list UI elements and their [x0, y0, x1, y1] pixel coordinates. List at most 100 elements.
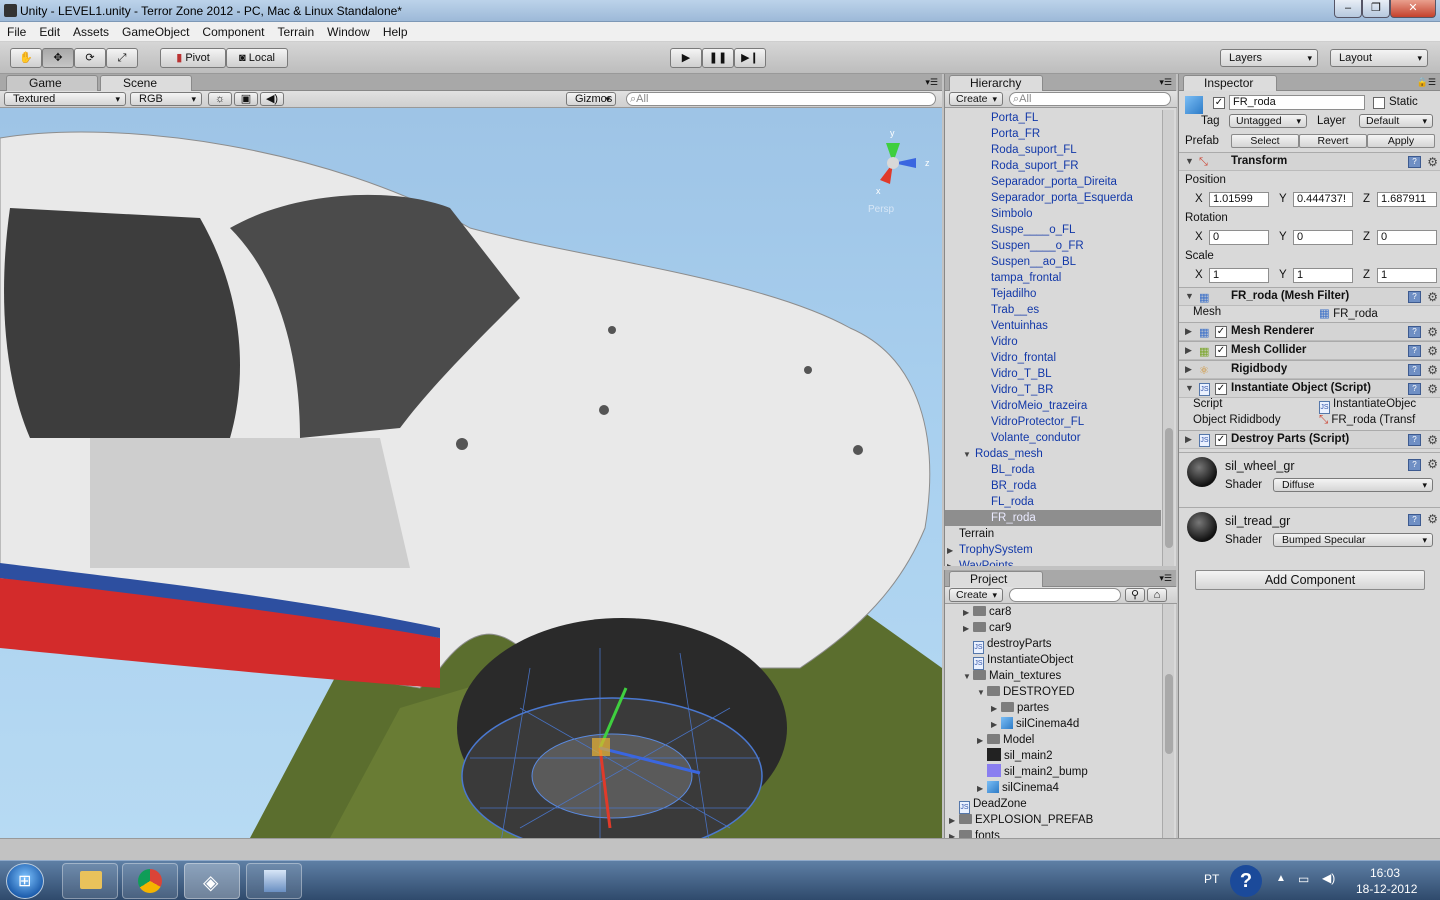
hierarchy-item[interactable]: Volante_condutor [945, 430, 1161, 446]
project-item[interactable]: sil_main2 [945, 748, 1161, 764]
menu-help[interactable]: Help [376, 22, 414, 39]
prefab-apply-button[interactable]: Apply [1367, 134, 1435, 148]
rigidbody-header[interactable]: ▶ ⚛ Rigidbody ? ⚙ [1179, 360, 1440, 379]
help-icon[interactable]: ? [1408, 383, 1421, 395]
fold-arrow-icon[interactable]: ▶ [1185, 364, 1192, 375]
gear-icon[interactable]: ⚙ [1427, 512, 1438, 526]
expand-arrow-icon[interactable]: ▼ [977, 685, 987, 701]
hierarchy-item[interactable]: Suspen____o_FR [945, 238, 1161, 254]
project-scrollbar[interactable] [1162, 604, 1174, 838]
hierarchy-scrollbar[interactable] [1162, 110, 1174, 566]
rotation-y-field[interactable]: 0 [1293, 230, 1353, 245]
rotation-x-field[interactable]: 0 [1209, 230, 1269, 245]
project-search-input[interactable] [1009, 588, 1121, 602]
hierarchy-item[interactable]: BR_roda [945, 478, 1161, 494]
menu-window[interactable]: Window [320, 22, 376, 39]
help-icon[interactable]: ? [1408, 459, 1421, 471]
project-item[interactable]: ▼ Main_textures [945, 668, 1161, 684]
hierarchy-create-dropdown[interactable]: Create [949, 92, 1003, 106]
fold-arrow-icon[interactable]: ▶ [1185, 434, 1192, 445]
menu-component[interactable]: Component [195, 22, 270, 39]
menu-terrain[interactable]: Terrain [270, 22, 320, 39]
project-item[interactable]: ▼ DESTROYED [945, 684, 1161, 700]
project-item[interactable]: ▶ EXPLOSION_PREFAB [945, 812, 1161, 828]
help-icon[interactable]: ? [1408, 156, 1421, 168]
scene-viewport[interactable]: y z x Persp [0, 108, 942, 838]
layers-dropdown[interactable]: Layers [1220, 49, 1318, 67]
hierarchy-item[interactable]: BL_roda [945, 462, 1161, 478]
shader-dropdown[interactable]: Bumped Specular [1273, 533, 1433, 547]
gear-icon[interactable]: ⚙ [1427, 433, 1438, 447]
taskbar-chrome[interactable] [122, 863, 178, 899]
hierarchy-scroll-thumb[interactable] [1165, 428, 1173, 548]
hierarchy-search-input[interactable]: ⌕All [1009, 92, 1171, 106]
project-create-dropdown[interactable]: Create [949, 588, 1003, 602]
menu-edit[interactable]: Edit [32, 22, 66, 39]
active-checkbox[interactable]: ✓ [1213, 97, 1225, 109]
hierarchy-item[interactable]: ▼ Rodas_mesh [945, 446, 1161, 462]
instantiate-checkbox[interactable]: ✓ [1215, 383, 1227, 395]
filter-by-type-button[interactable]: ⚲ [1125, 588, 1145, 602]
hierarchy-item[interactable]: Separador_porta_Esquerda [945, 190, 1161, 206]
tab-scene[interactable]: Scene [100, 75, 192, 91]
hierarchy-item[interactable]: tampa_frontal [945, 270, 1161, 286]
fold-arrow-icon[interactable]: ▼ [1185, 291, 1194, 301]
layer-dropdown[interactable]: Default [1359, 114, 1433, 128]
menu-gameobject[interactable]: GameObject [115, 22, 195, 39]
hierarchy-item[interactable]: Separador_porta_Direita [945, 174, 1161, 190]
hierarchy-item[interactable]: Ventuinhas [945, 318, 1161, 334]
clock-time[interactable]: 16:03 [1370, 866, 1400, 880]
mesh-filter-header[interactable]: ▼ ▦ FR_roda (Mesh Filter) ? ⚙ [1179, 287, 1440, 306]
scale-x-field[interactable]: 1 [1209, 268, 1269, 283]
collapse-arrow-icon[interactable]: ▶ [947, 543, 957, 559]
network-icon[interactable]: ▭ [1298, 872, 1309, 886]
transform-header[interactable]: ▼ ⤡ Transform ? ⚙ [1179, 152, 1440, 171]
scale-z-field[interactable]: 1 [1377, 268, 1437, 283]
language-indicator[interactable]: PT [1204, 872, 1219, 886]
project-item[interactable]: ▶ car9 [945, 620, 1161, 636]
hierarchy-item[interactable]: Vidro [945, 334, 1161, 350]
project-item[interactable]: ▶ silCinema4d [945, 716, 1161, 732]
gear-icon[interactable]: ⚙ [1427, 290, 1438, 304]
help-icon[interactable]: ? [1408, 326, 1421, 338]
add-component-button[interactable]: Add Component [1195, 570, 1425, 590]
scale-y-field[interactable]: 1 [1293, 268, 1353, 283]
inspector-menu-icon[interactable]: 🔒☰ [1417, 77, 1436, 88]
close-button[interactable]: ✕ [1390, 0, 1436, 18]
prefab-select-button[interactable]: Select [1231, 134, 1299, 148]
prefab-revert-button[interactable]: Revert [1299, 134, 1367, 148]
hierarchy-item[interactable]: Terrain [945, 526, 1161, 542]
panel-menu-icon[interactable]: ▾☰ [925, 77, 938, 88]
clock-date[interactable]: 18-12-2012 [1356, 882, 1417, 896]
collapse-arrow-icon[interactable]: ▶ [991, 717, 1001, 733]
hierarchy-item[interactable]: Roda_suport_FL [945, 142, 1161, 158]
gear-icon[interactable]: ⚙ [1427, 382, 1438, 396]
collapse-arrow-icon[interactable]: ▶ [991, 701, 1001, 717]
tab-game[interactable]: Game [6, 75, 98, 91]
hierarchy-item[interactable]: FR_roda [945, 510, 1161, 526]
hierarchy-item[interactable]: Tejadilho [945, 286, 1161, 302]
taskbar-unity[interactable]: ◈ [184, 863, 240, 899]
audio-toggle[interactable]: ◀) [260, 92, 284, 106]
project-item[interactable]: ▶ partes [945, 700, 1161, 716]
hierarchy-item[interactable]: Trab__es [945, 302, 1161, 318]
static-checkbox[interactable] [1373, 97, 1385, 109]
instantiate-script-header[interactable]: ▼ JS ✓ Instantiate Object (Script) ? ⚙ [1179, 379, 1440, 398]
help-icon[interactable]: ? [1408, 434, 1421, 446]
mesh-collider-checkbox[interactable]: ✓ [1215, 345, 1227, 357]
pivot-toggle[interactable]: ▮ Pivot [160, 48, 226, 68]
hierarchy-item[interactable]: FL_roda [945, 494, 1161, 510]
collapse-arrow-icon[interactable]: ▶ [963, 621, 973, 637]
show-hidden-icons-icon[interactable]: ▲ [1276, 873, 1286, 884]
project-item[interactable]: JS destroyParts [945, 636, 1161, 654]
collapse-arrow-icon[interactable]: ▶ [949, 813, 959, 829]
object-rigidbody-value[interactable]: ⤡ FR_roda (Transf [1319, 414, 1437, 427]
gear-icon[interactable]: ⚙ [1427, 344, 1438, 358]
collapse-arrow-icon[interactable]: ▶ [977, 781, 987, 797]
help-icon[interactable]: ? [1408, 514, 1421, 526]
project-menu-icon[interactable]: ▾☰ [1159, 573, 1172, 584]
hierarchy-item[interactable]: Porta_FL [945, 110, 1161, 126]
volume-icon[interactable]: ◀) [1322, 871, 1335, 885]
mesh-renderer-checkbox[interactable]: ✓ [1215, 326, 1227, 338]
scene-search-input[interactable]: ⌕All [626, 92, 936, 106]
